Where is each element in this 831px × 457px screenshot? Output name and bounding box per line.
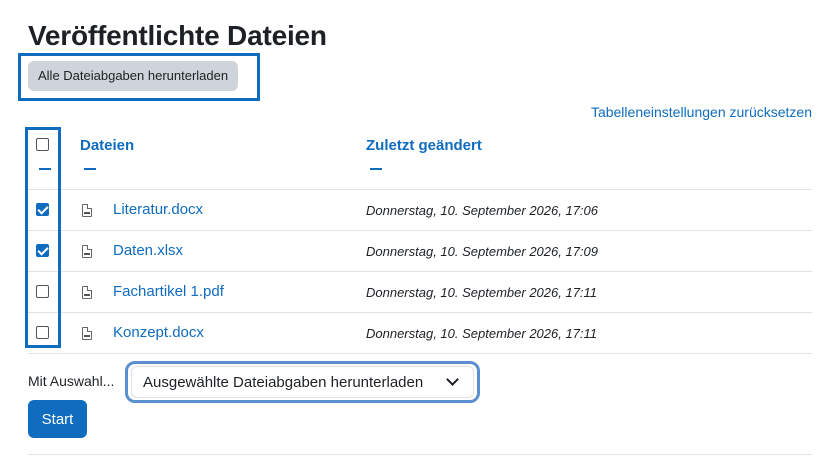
- start-button[interactable]: Start: [28, 400, 87, 438]
- file-modified-date: Donnerstag, 10. September 2026, 17:11: [366, 326, 598, 341]
- column-header-files[interactable]: Dateien: [80, 137, 134, 154]
- download-all-button[interactable]: Alle Dateiabgaben herunterladen: [28, 61, 239, 91]
- file-modified-date: Donnerstag, 10. September 2026, 17:09: [366, 244, 598, 259]
- chevron-down-icon: [446, 373, 459, 386]
- modified-sort-dash: [370, 168, 382, 170]
- files-table: Dateien Zuletzt geändert Literatur.docx …: [28, 128, 812, 354]
- files-sort-dash: [84, 168, 96, 170]
- column-header-modified[interactable]: Zuletzt geändert: [366, 137, 482, 154]
- table-row: Daten.xlsx Donnerstag, 10. September 202…: [28, 231, 812, 272]
- table-row: Konzept.docx Donnerstag, 10. September 2…: [28, 313, 812, 354]
- divider: [28, 454, 812, 455]
- with-selection-label: Mit Auswahl...: [28, 373, 115, 389]
- document-icon: [82, 327, 92, 340]
- file-modified-date: Donnerstag, 10. September 2026, 17:06: [366, 203, 598, 218]
- reset-table-settings-link[interactable]: Tabelleneinstellungen zurücksetzen: [591, 104, 812, 120]
- file-link[interactable]: Fachartikel 1.pdf: [113, 283, 224, 300]
- file-modified-date: Donnerstag, 10. September 2026, 17:11: [366, 285, 598, 300]
- bulk-action-selected-value: Ausgewählte Dateiabgaben herunterladen: [143, 374, 424, 391]
- file-link[interactable]: Daten.xlsx: [113, 242, 183, 259]
- bulk-action-select[interactable]: Ausgewählte Dateiabgaben herunterladen: [131, 366, 474, 398]
- highlight-checkbox-column: [25, 127, 61, 348]
- file-link[interactable]: Literatur.docx: [113, 201, 203, 218]
- document-icon: [82, 204, 92, 217]
- file-link[interactable]: Konzept.docx: [113, 324, 204, 341]
- table-header: Dateien Zuletzt geändert: [28, 128, 812, 190]
- spreadsheet-icon: [82, 245, 92, 258]
- table-row: Literatur.docx Donnerstag, 10. September…: [28, 190, 812, 231]
- table-row: Fachartikel 1.pdf Donnerstag, 10. Septem…: [28, 272, 812, 313]
- pdf-icon: [82, 286, 92, 299]
- page-title: Veröffentlichte Dateien: [28, 20, 327, 51]
